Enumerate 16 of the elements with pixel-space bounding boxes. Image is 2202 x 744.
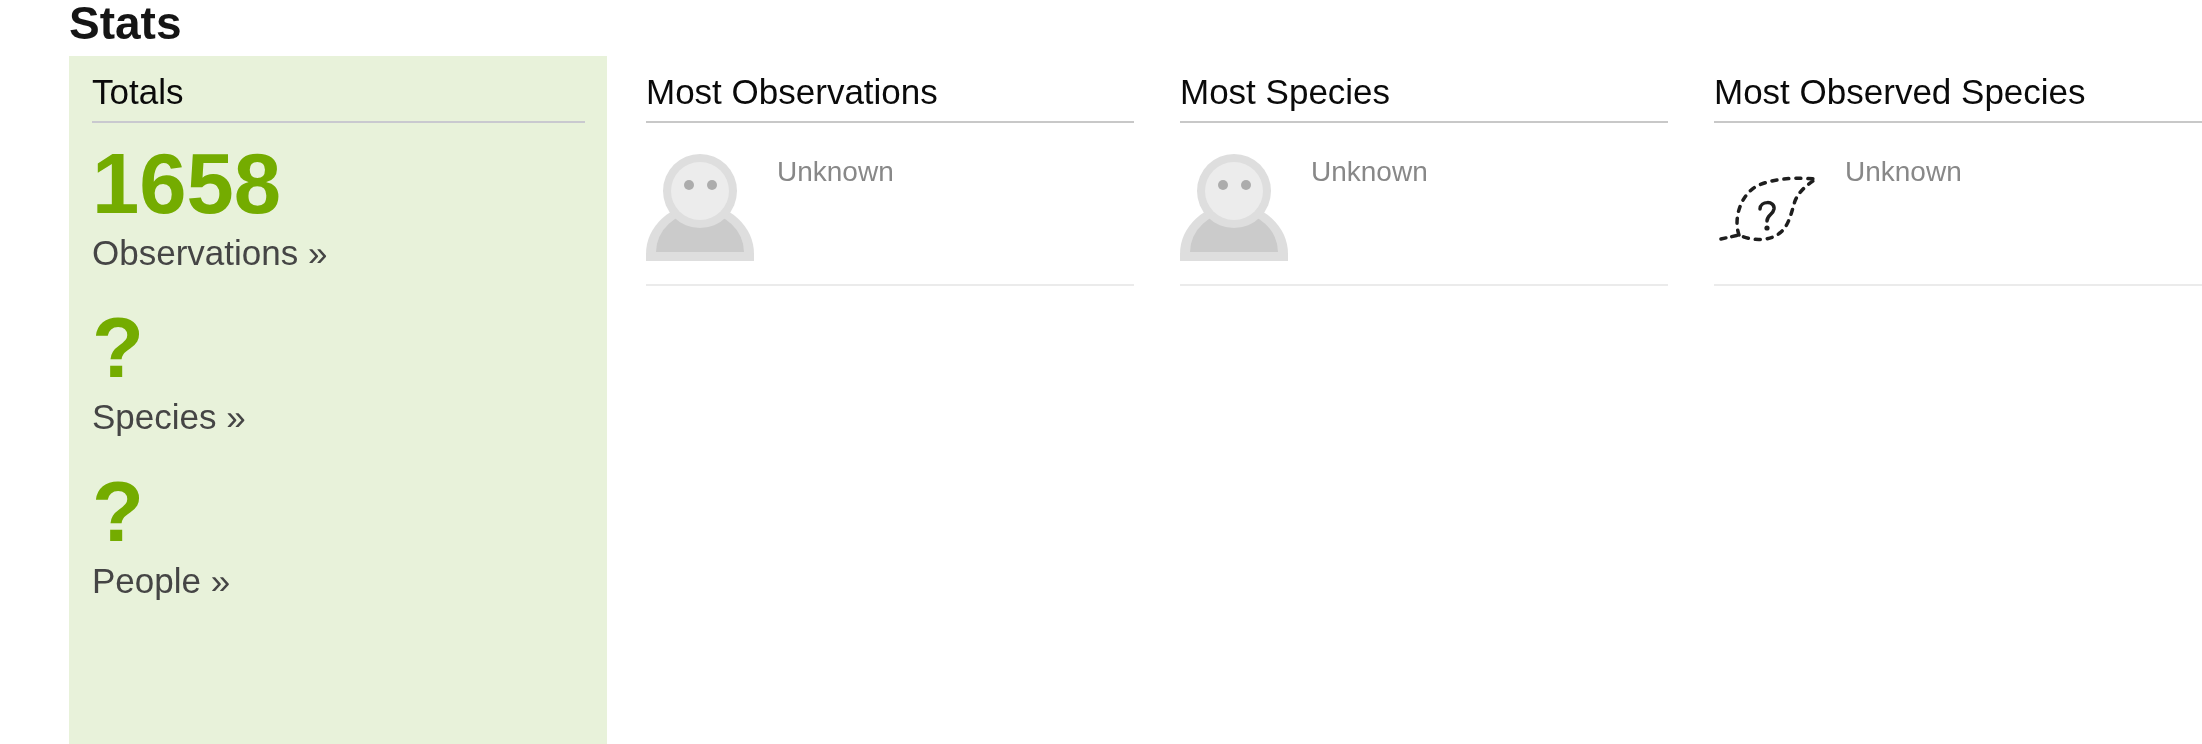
avatar-icon	[1180, 154, 1288, 261]
leader-name-link[interactable]: Unknown	[1845, 154, 1962, 189]
section-title: Most Observed Species	[1714, 71, 2202, 123]
stat-link[interactable]: Species »	[92, 397, 246, 436]
leader-name-link[interactable]: Unknown	[1311, 154, 1428, 189]
stat-value: ?	[92, 469, 144, 554]
stat-link[interactable]: Observations »	[92, 233, 328, 272]
stat-value: 1658	[92, 141, 282, 226]
section-title: Most Species	[1180, 71, 1668, 123]
panel-title: Totals	[92, 71, 585, 123]
stat-link[interactable]: People »	[92, 561, 231, 600]
stat-value: ?	[92, 305, 144, 390]
avatar-icon	[646, 154, 754, 261]
section-title: Most Observations	[646, 71, 1134, 123]
page-title: Stats	[69, 0, 182, 46]
leader-name-link[interactable]: Unknown	[777, 154, 894, 189]
